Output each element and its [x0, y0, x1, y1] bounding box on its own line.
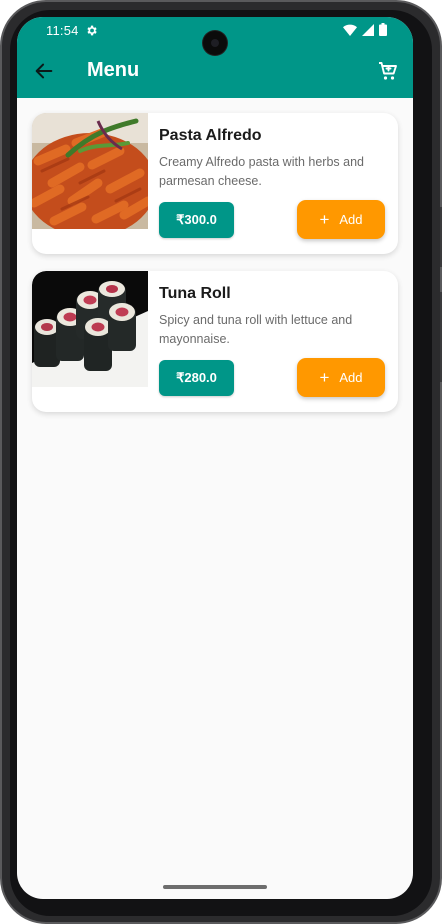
item-name: Tuna Roll — [159, 285, 231, 302]
front-camera — [203, 31, 227, 55]
add-label: Add — [339, 370, 363, 385]
status-time: 11:54 — [46, 23, 79, 38]
item-description: Spicy and tuna roll with lettuce and may… — [159, 313, 353, 346]
price-badge: ₹280.0 — [159, 360, 234, 396]
battery-icon — [379, 23, 387, 36]
pasta-image — [32, 113, 148, 229]
add-button[interactable]: + Add — [297, 358, 385, 397]
add-button[interactable]: + Add — [297, 200, 385, 239]
home-indicator[interactable] — [163, 885, 267, 889]
status-icons — [343, 23, 387, 36]
menu-item-card[interactable]: Pasta Alfredo Creamy Alfredo pasta with … — [32, 113, 398, 254]
tuna-roll-image — [32, 271, 148, 387]
arrow-left-icon[interactable] — [33, 60, 55, 82]
wifi-icon — [343, 24, 357, 36]
cart-icon[interactable] — [376, 59, 400, 83]
price-badge: ₹300.0 — [159, 202, 234, 238]
menu-item-card[interactable]: Tuna Roll Spicy and tuna roll with lettu… — [32, 271, 398, 412]
add-label: Add — [339, 212, 363, 227]
gear-icon — [87, 25, 97, 36]
item-description: Creamy Alfredo pasta with herbs and parm… — [159, 155, 364, 188]
item-name: Pasta Alfredo — [159, 127, 262, 144]
plus-icon: + — [319, 368, 330, 387]
signal-icon — [362, 23, 374, 36]
plus-icon: + — [319, 210, 330, 229]
page-title: Menu — [87, 59, 140, 81]
app-bar: 11:54 Menu — [17, 17, 413, 98]
screen: 11:54 Menu Pasta Alfredo Creamy Alfredo … — [17, 17, 413, 899]
